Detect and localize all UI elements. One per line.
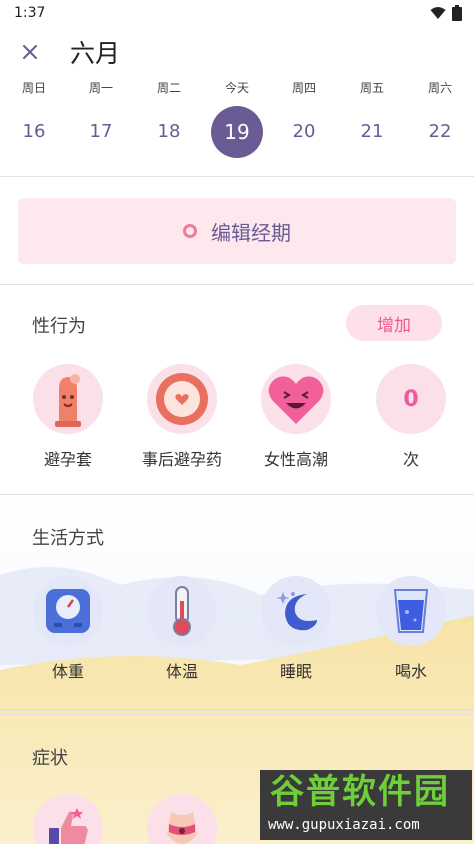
day-number: 16 xyxy=(22,121,46,142)
page-title: 六月 xyxy=(70,39,121,68)
watermark-title: 谷普软件园 xyxy=(270,772,450,812)
count-value: 0 xyxy=(403,386,419,412)
day-label: 今天 xyxy=(224,81,249,95)
status-bar: 1:37 xyxy=(0,0,474,26)
day-label: 周四 xyxy=(291,81,316,95)
day-number-selected: 19 xyxy=(211,106,263,158)
day-number: 17 xyxy=(89,121,113,142)
watermark-url: www.gupuxiazai.com xyxy=(268,817,420,833)
day-sat[interactable]: 周六 22 xyxy=(406,76,474,176)
temperature-item[interactable]: 体温 xyxy=(127,576,237,682)
moon-icon xyxy=(261,576,331,646)
orgasm-label: 女性高潮 xyxy=(263,450,328,469)
orgasm-item[interactable]: 女性高潮 xyxy=(241,364,351,470)
status-icons xyxy=(430,5,462,21)
divider xyxy=(0,176,474,177)
day-mon[interactable]: 周一 17 xyxy=(67,76,135,176)
close-button[interactable] xyxy=(0,30,60,74)
emergency-pill-item[interactable]: 事后避孕药 xyxy=(127,364,237,470)
emergency-pill-label: 事后避孕药 xyxy=(141,450,222,469)
day-label: 周一 xyxy=(88,81,113,95)
sleep-label: 睡眠 xyxy=(279,662,312,681)
day-label: 周日 xyxy=(21,81,46,95)
day-fri[interactable]: 周五 21 xyxy=(338,76,406,176)
day-sun[interactable]: 周日 16 xyxy=(0,76,68,176)
watermark-logo: 谷普软件园 www.gupuxiazai.com xyxy=(260,770,472,840)
heart-face-icon xyxy=(261,364,331,434)
day-label: 周二 xyxy=(156,81,181,95)
status-time: 1:37 xyxy=(14,5,46,21)
weight-item[interactable]: 体重 xyxy=(13,576,123,682)
condom-label: 避孕套 xyxy=(43,450,92,469)
count-item[interactable]: 0 次 xyxy=(356,364,466,470)
day-tue[interactable]: 周二 18 xyxy=(135,76,203,176)
day-number: 21 xyxy=(360,121,384,142)
battery-icon xyxy=(452,5,462,21)
wifi-icon xyxy=(430,7,446,19)
day-label: 周五 xyxy=(359,81,384,95)
count-circle: 0 xyxy=(376,364,446,434)
day-number: 18 xyxy=(157,121,181,142)
lifestyle-section-title: 生活方式 xyxy=(32,528,104,549)
period-ring-icon xyxy=(183,224,197,238)
weight-label: 体重 xyxy=(51,662,84,681)
day-thu[interactable]: 周四 20 xyxy=(270,76,338,176)
pill-icon xyxy=(147,364,217,434)
sex-section-title: 性行为 xyxy=(32,316,86,337)
header: 六月 xyxy=(0,30,474,74)
symptom-item-2[interactable] xyxy=(127,794,237,844)
sleep-item[interactable]: 睡眠 xyxy=(241,576,351,682)
divider xyxy=(0,714,474,715)
water-label: 喝水 xyxy=(394,662,427,681)
temperature-label: 体温 xyxy=(165,662,198,681)
day-today[interactable]: 今天 19 xyxy=(203,76,271,176)
symptoms-section-title: 症状 xyxy=(32,748,68,769)
day-label: 周六 xyxy=(427,81,452,95)
symptom-item-1[interactable] xyxy=(13,794,123,844)
edit-period-button[interactable]: 编辑经期 xyxy=(18,198,456,264)
condom-icon xyxy=(33,364,103,434)
water-glass-icon xyxy=(376,576,446,646)
thermometer-icon xyxy=(147,576,217,646)
divider xyxy=(0,284,474,285)
water-item[interactable]: 喝水 xyxy=(356,576,466,682)
condom-item[interactable]: 避孕套 xyxy=(13,364,123,470)
week-strip: 周日 16 周一 17 周二 18 今天 19 周四 20 周五 21 周六 2… xyxy=(0,76,474,176)
count-label: 次 xyxy=(402,450,419,469)
day-number: 22 xyxy=(428,121,452,142)
scale-icon xyxy=(33,576,103,646)
edit-period-label: 编辑经期 xyxy=(211,220,291,245)
thumbs-up-icon xyxy=(33,794,103,844)
day-number: 20 xyxy=(292,121,316,142)
close-icon xyxy=(23,45,37,59)
belly-icon xyxy=(147,794,217,844)
add-button[interactable]: 增加 xyxy=(346,305,442,341)
